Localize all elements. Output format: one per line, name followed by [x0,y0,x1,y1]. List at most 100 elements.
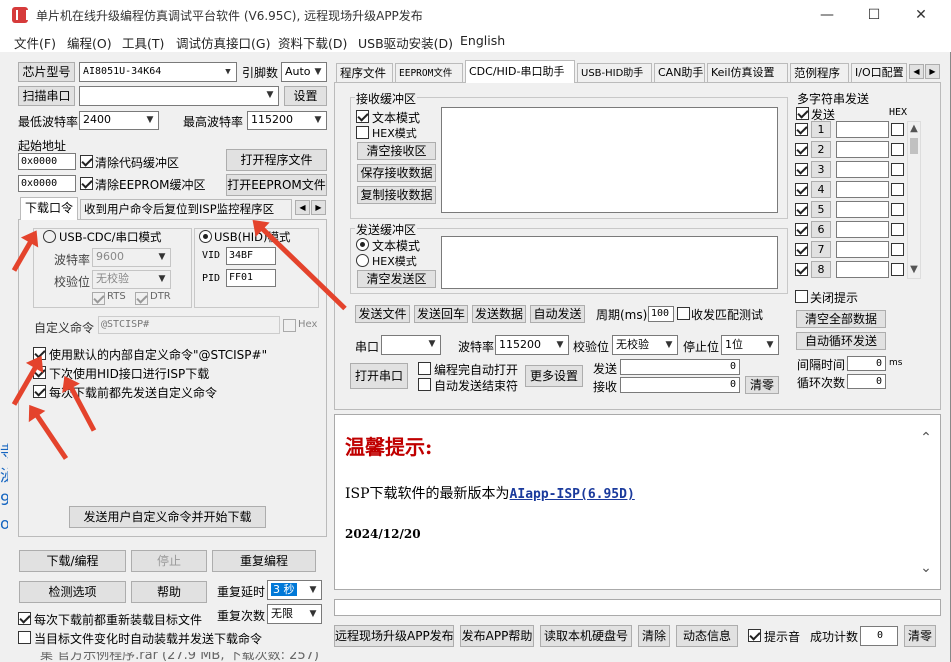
loop-count-input[interactable]: 0 [847,374,886,389]
multi-send-checkbox[interactable] [795,243,808,256]
menu-downloads[interactable]: 资料下载(D) [278,33,347,52]
receive-textarea[interactable] [441,107,778,213]
tab-eeprom-file[interactable]: EEPROM文件 [395,63,463,83]
eeprom-address-input[interactable]: 0x0000 [18,175,76,192]
minimize-button[interactable]: — [804,0,850,30]
multi-string-input[interactable] [836,241,889,258]
max-baud-select[interactable]: 115200 ▼ [247,111,327,130]
multi-send-button[interactable]: 2 [811,141,831,158]
more-settings-button[interactable]: 更多设置 [525,365,583,387]
vid-input[interactable]: 34BF [226,247,276,265]
help-button[interactable]: 帮助 [131,581,207,603]
repeat-program-button[interactable]: 重复编程 [212,550,316,572]
multi-send-checkbox[interactable] [795,223,808,236]
multi-string-input[interactable] [836,181,889,198]
copy-receive-button[interactable]: 复制接收数据 [357,186,436,204]
multi-hex-checkbox[interactable] [891,243,904,256]
clear-eeprom-checkbox[interactable] [80,177,93,190]
min-baud-select[interactable]: 2400 ▼ [79,111,159,130]
pid-input[interactable]: FF01 [226,269,276,287]
multi-send-checkbox[interactable] [795,163,808,176]
menu-english[interactable]: English [460,33,505,48]
auto-send-end-checkbox[interactable] [418,378,431,391]
port-select[interactable]: ▼ [79,86,279,106]
period-input[interactable]: 100 [648,306,674,322]
rx-text-mode-checkbox[interactable] [356,110,369,123]
multi-send-checkbox[interactable] [795,143,808,156]
tx-hex-mode-radio[interactable] [356,254,369,267]
notice-scroll-down-icon[interactable]: ⌄ [920,560,932,576]
multi-hex-checkbox[interactable] [891,223,904,236]
send-custom-command-button[interactable]: 发送用户自定义命令并开始下载 [69,506,266,528]
scan-port-button[interactable]: 扫描串口 [18,86,75,106]
download-program-button[interactable]: 下载/编程 [19,550,126,572]
settings-button[interactable]: 设置 [284,86,327,106]
multi-send-button[interactable]: 6 [811,221,831,238]
auto-loop-send-button[interactable]: 自动循环发送 [796,332,886,350]
interval-input[interactable]: 0 [847,356,886,371]
multi-hex-checkbox[interactable] [891,263,904,276]
multi-send-checkbox[interactable] [795,183,808,196]
multi-send-checkbox[interactable] [795,203,808,216]
multi-string-input[interactable] [836,221,889,238]
serial-stop-select[interactable]: 1位 ▼ [721,335,779,355]
multi-send-button[interactable]: 1 [811,121,831,138]
tab-cdc-hid-serial-assistant[interactable]: CDC/HID-串口助手 [465,60,575,83]
save-receive-button[interactable]: 保存接收数据 [357,164,436,182]
open-serial-button[interactable]: 打开串口 [350,363,408,389]
tab-keil-sim[interactable]: Keil仿真设置 [707,63,788,83]
multi-hex-checkbox[interactable] [891,143,904,156]
send-textarea[interactable] [441,236,778,289]
multi-hex-checkbox[interactable] [891,123,904,136]
tab-program-file[interactable]: 程序文件 [336,63,393,83]
tx-text-mode-radio[interactable] [356,238,369,251]
clear-success-button[interactable]: 清零 [904,625,936,647]
repeat-delay-select[interactable]: 3 秒 ▼ [267,580,322,600]
clear-code-checkbox[interactable] [80,155,93,168]
clear-counts-button[interactable]: 清零 [745,376,779,394]
multi-send-all-checkbox[interactable] [796,107,809,120]
menu-file[interactable]: 文件(F) [14,33,56,52]
send-file-button[interactable]: 发送文件 [355,305,410,323]
serial-port-select[interactable]: ▼ [381,335,441,355]
beep-checkbox[interactable] [748,629,761,642]
tabs-scroll-left-icon[interactable]: ◀ [909,64,924,79]
multi-string-input[interactable] [836,161,889,178]
multi-hex-checkbox[interactable] [891,183,904,196]
dynamic-info-button[interactable]: 动态信息 [676,625,738,647]
tab-io-config[interactable]: I/O口配置 [851,63,907,83]
multi-string-input[interactable] [836,141,889,158]
repeat-count-select[interactable]: 无限 ▼ [267,604,322,624]
menu-tools[interactable]: 工具(T) [122,33,164,52]
match-test-checkbox[interactable] [677,307,690,320]
multi-hex-checkbox[interactable] [891,203,904,216]
chip-type-button[interactable]: 芯片型号 [18,62,75,82]
tab-download-password[interactable]: 下载口令 [20,197,78,220]
app-help-button[interactable]: 发布APP帮助 [460,625,534,647]
close-tip-checkbox[interactable] [795,290,808,303]
scroll-thumb[interactable] [910,138,918,154]
latest-version-link[interactable]: AIapp-ISP(6.95D) [510,487,635,502]
serial-parity-select[interactable]: 无校验 ▼ [612,335,678,355]
tab-can-assistant[interactable]: CAN助手 [654,63,705,83]
scroll-up-icon[interactable]: ▲ [908,123,920,134]
menu-debug[interactable]: 调试仿真接口(G) [176,33,270,52]
maximize-button[interactable]: ☐ [851,0,897,30]
multi-scrollbar[interactable]: ▲ ▼ [907,121,921,279]
remote-upgrade-button[interactable]: 远程现场升级APP发布 [334,625,454,647]
pin-count-select[interactable]: Auto ▼ [281,62,327,82]
auto-send-button[interactable]: 自动发送 [530,305,585,323]
multi-send-button[interactable]: 5 [811,201,831,218]
reload-target-checkbox[interactable] [18,612,31,625]
menu-program[interactable]: 编程(O) [67,33,112,52]
send-command-before-download-checkbox[interactable] [33,385,46,398]
usb-cdc-radio[interactable] [43,230,56,243]
close-button[interactable]: ✕ [898,0,944,30]
clear-all-data-button[interactable]: 清空全部数据 [796,310,886,328]
usb-hid-radio[interactable] [199,230,212,243]
auto-load-checkbox[interactable] [18,631,31,644]
multi-send-button[interactable]: 4 [811,181,831,198]
open-program-file-button[interactable]: 打开程序文件 [226,149,327,171]
tab-usb-hid-assistant[interactable]: USB-HID助手 [577,63,652,83]
tab-examples[interactable]: 范例程序 [790,63,849,83]
